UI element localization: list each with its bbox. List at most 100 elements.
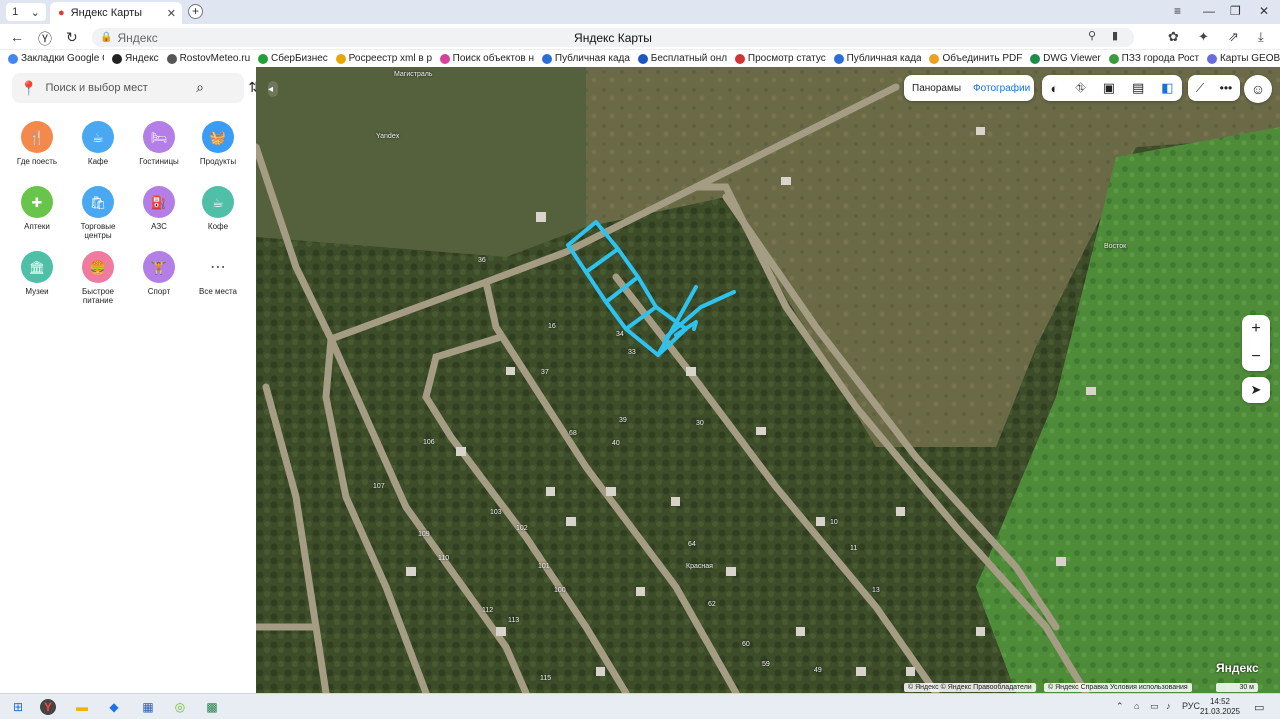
- map-pin-icon: ●: [58, 7, 65, 19]
- map-type-icon[interactable]: ◧: [1161, 80, 1173, 96]
- category-icon: ⛽: [143, 186, 175, 218]
- bookmark-label: СберБизнес: [271, 53, 328, 64]
- search-input[interactable]: 📍 Поиск и выбор мест ⌕ ⇅: [12, 73, 260, 103]
- puzzle-icon[interactable]: ✦: [1198, 29, 1209, 45]
- layers-icon[interactable]: ◐: [1050, 81, 1058, 96]
- tab-yandex-maps[interactable]: ● Яндекс Карты ✕: [50, 2, 182, 24]
- excel-icon[interactable]: ▩: [204, 699, 220, 715]
- category-label: АЗС: [151, 222, 167, 231]
- search-placeholder: Поиск и выбор мест: [45, 82, 148, 94]
- bookmark-favicon-icon: [734, 53, 745, 64]
- category-item[interactable]: ⛽ АЗС: [128, 186, 190, 231]
- category-item[interactable]: ✚ Аптеки: [6, 186, 68, 231]
- attribution-left[interactable]: © Яндекс © Яндекс Правообладатели: [904, 683, 1036, 692]
- close-icon[interactable]: ✕: [167, 7, 176, 20]
- map-label: 103: [490, 509, 502, 516]
- bookmark-item[interactable]: Просмотр статус: [734, 53, 826, 64]
- avatar[interactable]: ☺: [1244, 75, 1272, 103]
- calculator-icon[interactable]: ▦: [140, 699, 156, 715]
- bookmark-icon[interactable]: ▮: [1112, 29, 1118, 42]
- bookmark-item[interactable]: Публичная када: [833, 53, 921, 64]
- network-icon[interactable]: ⌂: [1134, 701, 1139, 711]
- map-label: 62: [708, 601, 716, 608]
- ruler-icon[interactable]: ⟋: [1196, 81, 1204, 96]
- new-tab-button[interactable]: +: [188, 4, 203, 19]
- bookmark-item[interactable]: Яндекс: [112, 53, 159, 64]
- bookmark-favicon-icon: [112, 53, 122, 64]
- map-label: Yandex: [376, 133, 400, 140]
- map-label: 60: [742, 641, 750, 648]
- category-item[interactable]: 🍴 Где поесть: [6, 121, 68, 166]
- transit-icon[interactable]: ▤: [1132, 80, 1144, 96]
- app-green-icon[interactable]: ◎: [172, 699, 188, 715]
- restore-icon[interactable]: ❐: [1230, 4, 1241, 18]
- my-location-button[interactable]: ➤: [1242, 377, 1270, 403]
- reload-icon[interactable]: ↻: [66, 29, 78, 46]
- bookmark-label: Публичная када: [554, 53, 630, 64]
- bookmark-item[interactable]: DWG Viewer: [1030, 53, 1101, 64]
- bookmark-label: Яндекс: [125, 53, 159, 64]
- traffic-icon[interactable]: ⛗: [1075, 80, 1085, 96]
- notifications-icon[interactable]: ▭: [1254, 701, 1264, 714]
- category-item[interactable]: ☕ Кофе: [187, 186, 249, 231]
- bookmark-item[interactable]: RostovMeteo.ru: [166, 53, 250, 64]
- category-item[interactable]: 🍔 Быстрое питание: [67, 251, 129, 305]
- bookmark-favicon-icon: [1206, 53, 1217, 64]
- back-icon[interactable]: ←: [10, 29, 24, 45]
- share-icon[interactable]: ⇗: [1228, 29, 1239, 45]
- category-item[interactable]: 🏋 Спорт: [128, 251, 190, 296]
- category-item[interactable]: 🏛 Музеи: [6, 251, 68, 296]
- bookmark-item[interactable]: Росреестр xml в р: [335, 53, 432, 64]
- location-icon[interactable]: ⚲: [1088, 29, 1096, 42]
- bookmark-favicon-icon: [541, 53, 552, 64]
- close-window-icon[interactable]: ✕: [1259, 4, 1269, 18]
- address-field[interactable]: 🔒 Яндекс Яндекс Карты: [92, 28, 1134, 47]
- panoramas-button[interactable]: Панорамы: [912, 83, 961, 94]
- category-label: Кофе: [207, 222, 229, 231]
- file-explorer-icon[interactable]: ▬: [74, 699, 90, 715]
- bookmark-item[interactable]: СберБизнес: [258, 53, 328, 64]
- map-view[interactable]: Магистраль Восток Yandex 36 33 34 37 106 107 109 1…: [256, 67, 1280, 693]
- collapse-sidebar-button[interactable]: ◂: [268, 81, 278, 97]
- bookmark-item[interactable]: Объединить PDF: [929, 53, 1022, 64]
- bookmark-item[interactable]: Поиск объектов н: [439, 53, 534, 64]
- category-item[interactable]: ⋯ Все места: [187, 251, 249, 296]
- category-label: Где поесть: [16, 157, 58, 166]
- chevron-up-icon[interactable]: ⌃: [1116, 701, 1124, 712]
- attribution-right[interactable]: © Яндекс Справка Условия использования: [1044, 683, 1192, 692]
- map-label: 37: [541, 369, 549, 376]
- windows-start-icon[interactable]: ⊞: [10, 699, 26, 715]
- bookmark-item[interactable]: Бесплатный онл: [637, 53, 727, 64]
- minimize-icon[interactable]: —: [1203, 4, 1215, 18]
- category-item[interactable]: ☕ Кафе: [67, 121, 129, 166]
- clock[interactable]: 14:52 21.03.2025: [1200, 697, 1240, 717]
- language-indicator[interactable]: РУС: [1182, 701, 1200, 711]
- zoom-out-button[interactable]: −: [1251, 348, 1260, 366]
- map-label: 34: [616, 331, 624, 338]
- search-icon[interactable]: ⌕: [196, 79, 204, 96]
- bookmark-item[interactable]: Закладки Google Ch: [8, 53, 104, 64]
- category-label: Торговые центры: [80, 222, 116, 240]
- app-drop-icon[interactable]: ◆: [106, 699, 122, 715]
- bookmark-item[interactable]: Карты GEOB: [1206, 53, 1280, 64]
- category-item[interactable]: 🛍 Торговые центры: [67, 186, 129, 240]
- yandex-browser-icon[interactable]: Y: [40, 699, 56, 715]
- category-icon: ☕: [202, 186, 234, 218]
- camera-icon[interactable]: ▣: [1103, 80, 1115, 96]
- menu-icon[interactable]: ≡: [1174, 4, 1181, 18]
- bookmark-favicon-icon: [833, 53, 844, 64]
- extension-icon[interactable]: ✿: [1168, 29, 1179, 45]
- tab-switcher-button[interactable]: 1 ⌄: [6, 3, 46, 21]
- download-icon[interactable]: ⤓: [1258, 29, 1264, 45]
- photos-button[interactable]: Фотографии: [973, 83, 1030, 94]
- category-item[interactable]: 🧺 Продукты: [187, 121, 249, 166]
- bookmark-item[interactable]: ПЗЗ города Рост: [1108, 53, 1199, 64]
- map-label: 39: [619, 417, 627, 424]
- volume-icon[interactable]: ♪: [1166, 701, 1171, 711]
- bookmark-item[interactable]: Публичная када: [541, 53, 630, 64]
- more-icon[interactable]: •••: [1220, 81, 1233, 95]
- category-item[interactable]: 🛏 Гостиницы: [128, 121, 190, 166]
- yandex-logo-icon[interactable]: Ⓨ: [38, 29, 52, 49]
- zoom-controls: + −: [1242, 315, 1270, 371]
- zoom-in-button[interactable]: +: [1251, 320, 1260, 338]
